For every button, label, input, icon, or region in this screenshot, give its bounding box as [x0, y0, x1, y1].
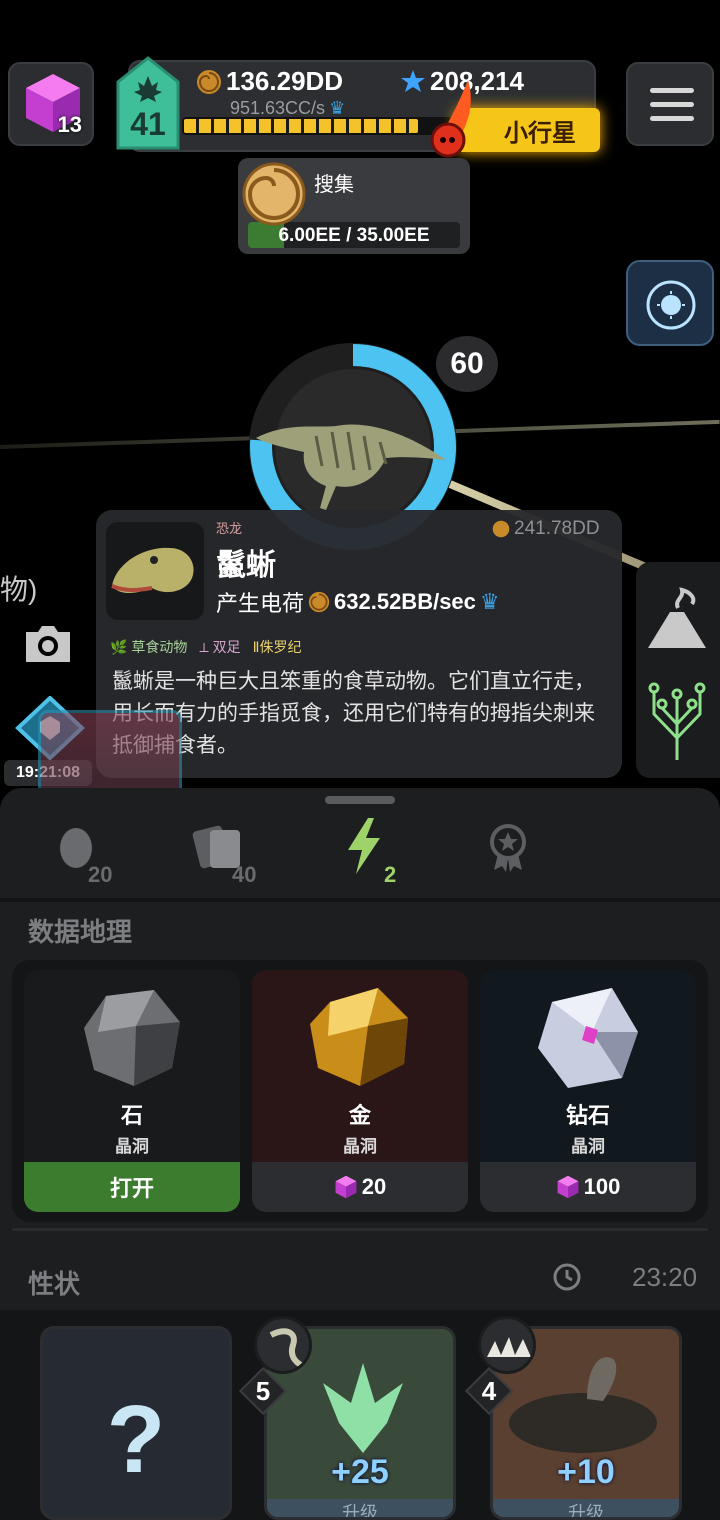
- lightning-count: 2: [384, 862, 397, 887]
- dinosaur-price: 241.78DD: [492, 518, 600, 540]
- geode-sub: 晶洞: [115, 1137, 149, 1156]
- trait-bonus: +10: [557, 1453, 615, 1491]
- traits-title: 性状: [28, 1269, 81, 1299]
- menu-icon-line: [650, 102, 694, 107]
- cards-count: 40: [232, 862, 257, 887]
- blue-star-icon: [401, 69, 425, 92]
- geode-name: 石: [120, 1103, 143, 1128]
- trait-upgrade-label: 升级: [493, 1499, 679, 1517]
- geode-stone-card[interactable]: 石 晶洞 打开: [24, 970, 240, 1212]
- cube-currency-button[interactable]: 13: [8, 62, 94, 146]
- trait-level-badge: 4: [464, 1366, 514, 1416]
- buy-diamond-geode-button[interactable]: 100: [480, 1162, 696, 1212]
- dinosaur-category: 恐龙: [216, 521, 243, 536]
- trait-label: 侏罗纪: [259, 639, 302, 655]
- trait-label: 双足: [212, 639, 241, 655]
- trait-card-unknown[interactable]: ?: [40, 1326, 232, 1520]
- geode-diamond-card[interactable]: 钻石 晶洞 100: [480, 970, 696, 1212]
- buy-gold-geode-button[interactable]: 20: [252, 1162, 468, 1212]
- menu-icon: [650, 88, 694, 93]
- offscreen-label: 物): [0, 574, 38, 605]
- trait-jurassic: Ⅱ侏罗纪: [252, 639, 302, 655]
- ammonite-collect-icon: [242, 162, 306, 226]
- main-currency-value: 136.29DD: [226, 66, 344, 96]
- sun-orbit-icon: [646, 280, 696, 330]
- trait-level: 5: [255, 1375, 271, 1406]
- snake-neck-icon: [254, 1316, 312, 1374]
- trait-level: 4: [481, 1375, 497, 1406]
- question-mark-icon: ?: [106, 1386, 166, 1493]
- section-divider: [12, 1228, 708, 1231]
- geode-name: 金: [348, 1103, 371, 1128]
- price-label: 100: [583, 1174, 621, 1199]
- pink-cube-icon: [557, 1175, 579, 1199]
- geode-name: 钻石: [565, 1103, 610, 1128]
- side-tools-panel: [636, 562, 720, 778]
- geode-sub: 晶洞: [571, 1137, 605, 1156]
- level-progress-fill: [184, 119, 419, 133]
- dinosaur-production: 产生电荷 632.52BB/sec ♛: [216, 586, 500, 618]
- gold-nugget-icon: [310, 988, 408, 1086]
- collect-label: 搜集: [314, 174, 354, 196]
- award-badge-icon[interactable]: [488, 822, 528, 872]
- crown-icon: ♛: [479, 589, 500, 614]
- currency-rate: 951.63CC/s ♛: [230, 98, 345, 119]
- dinosaur-portrait: [106, 522, 204, 620]
- cube-count: 13: [57, 112, 82, 137]
- traits-refresh-time: 23:20: [632, 1262, 698, 1292]
- geology-title: 数据地理: [28, 917, 133, 947]
- sheet-drag-handle[interactable]: [325, 796, 395, 804]
- clock-icon: [553, 1263, 581, 1291]
- volcano-icon[interactable]: [644, 582, 710, 652]
- dinosaur-name: 鬣蜥: [216, 549, 276, 582]
- production-value: 632.52BB/sec: [334, 589, 476, 614]
- dinosaur-description: 鬣蜥是一种巨大且笨重的食草动物。它们直立行走，用长而有力的手指觅食，还用它们特有…: [112, 670, 595, 757]
- dinosaur-price-value: 241.78DD: [514, 518, 600, 539]
- stone-icon: [84, 990, 180, 1086]
- open-button-label: 打开: [109, 1176, 154, 1201]
- open-button[interactable]: 打开: [24, 1162, 240, 1212]
- menu-icon-line: [650, 116, 694, 121]
- trait-bonus: +25: [331, 1453, 389, 1491]
- meteor-icon: [430, 80, 471, 158]
- trait-herbivore: 🌿 草食动物: [110, 639, 188, 655]
- green-footprint-icon: [323, 1363, 403, 1453]
- asteroid-button[interactable]: 小行星: [456, 108, 600, 152]
- dinosaur-traits: 🌿 草食动物 ⟂ 双足 Ⅱ侏罗纪: [110, 637, 301, 657]
- geode-gold-card[interactable]: 金 晶洞 20: [252, 970, 468, 1212]
- iguanodon-head-icon: [111, 547, 194, 593]
- trait-level-badge: 5: [238, 1366, 288, 1416]
- production-label: 产生电荷: [216, 591, 305, 616]
- geode-sub: 晶洞: [343, 1137, 377, 1156]
- trait-label: 草食动物: [131, 639, 188, 655]
- tabs-divider: [0, 898, 720, 902]
- player-level: 41: [130, 106, 166, 142]
- diamond-icon: [538, 988, 638, 1088]
- camera-icon[interactable]: [22, 622, 74, 666]
- currency-rate-value: 951.63CC/s: [230, 98, 326, 118]
- ammonite-icon: [308, 591, 330, 613]
- trait-upgrade-label: 升级: [267, 1499, 453, 1517]
- lightning-icon[interactable]: [344, 818, 384, 874]
- egg-count: 20: [88, 862, 113, 887]
- pink-cube-icon: [335, 1175, 357, 1199]
- dinosaur-level: 60: [450, 347, 484, 380]
- trait-biped: ⟂ 双足: [199, 639, 241, 655]
- collect-progress-text: 6.00EE / 35.00EE: [278, 225, 430, 246]
- orbit-view-button[interactable]: [626, 260, 714, 346]
- asteroid-label: 小行星: [504, 119, 576, 147]
- main-currency: 136.29DD: [196, 66, 343, 97]
- crown-icon: ♛: [329, 98, 346, 118]
- level-progress-bar: [182, 117, 452, 135]
- main-menu-button[interactable]: [626, 62, 714, 146]
- dinosaur-level-bubble: 60: [436, 336, 498, 392]
- spiked-back-icon: [478, 1316, 536, 1374]
- evolution-tree-icon[interactable]: [642, 678, 712, 762]
- price-label: 20: [361, 1174, 387, 1199]
- ammonite-icon: [197, 69, 221, 94]
- ammonite-icon: [492, 520, 510, 538]
- player-level-badge[interactable]: 41: [116, 56, 180, 150]
